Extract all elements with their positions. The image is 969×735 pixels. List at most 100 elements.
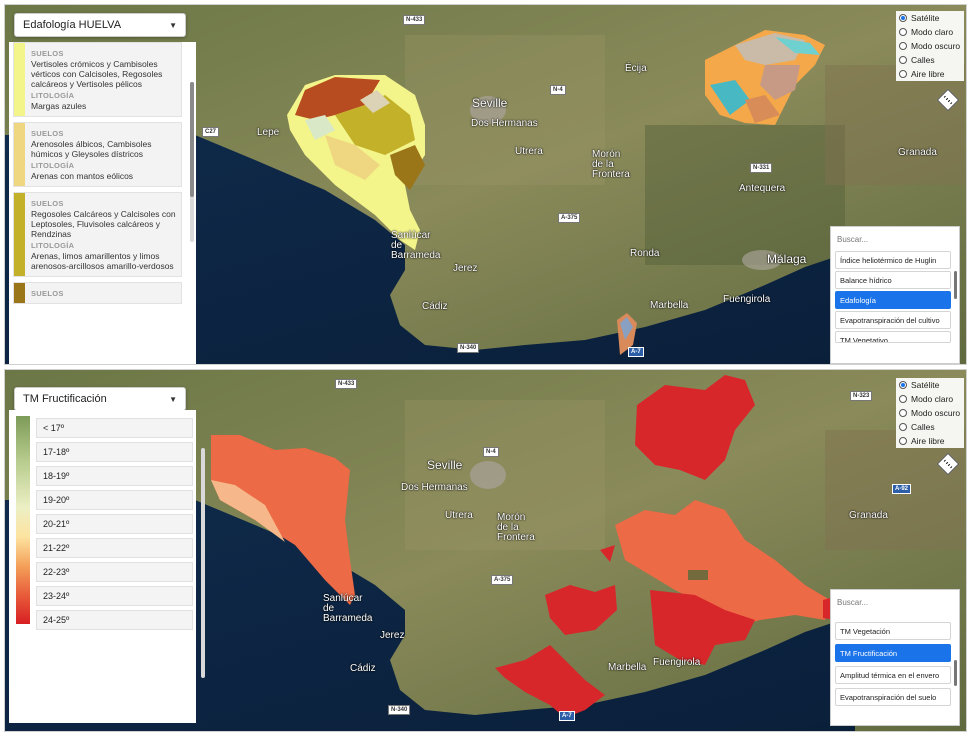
layer-search-input[interactable] [834, 230, 958, 248]
map-panel-tm-fructificacion[interactable]: Seville Dos Hermanas Utrera Morón de la … [4, 369, 967, 732]
road-a375: A-375 [558, 213, 581, 223]
layer-item-tm-vegetativo[interactable]: TM Vegetativo [835, 331, 951, 343]
legend-item: 18-19º [36, 466, 193, 486]
basemap-option-calles[interactable]: Calles [896, 53, 964, 67]
radio-icon[interactable] [899, 56, 907, 64]
layer-search-panel: TM Vegetación TM Fructificación Amplitud… [830, 589, 960, 726]
layer-item-tm-vegetacion[interactable]: TM Vegetación [835, 622, 951, 640]
layer-list-scrollbar[interactable] [954, 660, 957, 686]
radio-icon[interactable] [899, 395, 907, 403]
legend-lith-header: LITOLOGÍA [31, 241, 75, 250]
legend-swatch [14, 43, 25, 116]
legend-soil-value: Vertisoles crómicos y Cambisoles vértico… [31, 59, 163, 89]
map-label-cadiz: Cádiz [350, 663, 376, 674]
basemap-selector: Satélite Modo claro Modo oscuro Calles A… [896, 11, 964, 81]
legend-item: SUELOS [13, 282, 182, 304]
basemap-option-satelite[interactable]: Satélite [896, 11, 964, 25]
legend-item: SUELOS Arenosoles álbicos, Cambisoles hú… [13, 122, 182, 187]
map-label-antequera: Antequera [739, 183, 786, 194]
radio-icon[interactable] [899, 409, 907, 417]
layer-item-evapotranspiracion-cultivo[interactable]: Evapotranspiración del cultivo [835, 311, 951, 329]
legend-item: 19-20º [36, 490, 193, 510]
layer-list-scrollbar[interactable] [954, 271, 957, 299]
legend-soil-header: SUELOS [31, 49, 64, 58]
layer-item-huglin[interactable]: Índice heliotérmico de Huglin [835, 251, 951, 269]
radio-icon[interactable] [899, 381, 907, 389]
road-n433: N-433 [335, 379, 358, 389]
basemap-option-modo-claro[interactable]: Modo claro [896, 25, 964, 39]
map-label-utrera: Utrera [515, 146, 543, 157]
radio-icon[interactable] [899, 437, 907, 445]
basemap-option-satelite[interactable]: Satélite [896, 378, 964, 392]
road-n340: N-340 [388, 705, 411, 715]
legend-soil-header: SUELOS [31, 129, 64, 138]
radio-icon[interactable] [899, 28, 907, 36]
radio-icon[interactable] [899, 42, 907, 50]
layer-item-edafologia[interactable]: Edafología [835, 291, 951, 309]
road-n4: N-4 [483, 447, 499, 457]
legend-soil-header: SUELOS [31, 289, 64, 298]
legend-item: 24-25º [36, 610, 193, 630]
map-label-jerez: Jerez [453, 263, 478, 274]
road-n4: N-4 [550, 85, 566, 95]
legend-item: 21-22º [36, 538, 193, 558]
map-label-jerez: Jerez [380, 630, 405, 641]
map-label-seville: Seville [427, 458, 463, 472]
basemap-option-calles[interactable]: Calles [896, 420, 964, 434]
road-n323: N-323 [850, 391, 873, 401]
road-a375: A-375 [491, 575, 514, 585]
basemap-option-modo-oscuro[interactable]: Modo oscuro [896, 39, 964, 53]
layer-select-value: Edafología HUELVA [23, 19, 122, 31]
map-label-cadiz: Cádiz [422, 301, 448, 312]
map-label-fuengirola: Fuengirola [723, 294, 771, 305]
radio-icon[interactable] [899, 14, 907, 22]
layer-select-dropdown[interactable]: Edafología HUELVA ▼ [14, 13, 186, 37]
road-a92: A-92 [892, 484, 912, 494]
map-label-sanlucar: Sanlúcar de Barrameda [391, 230, 441, 261]
layer-search-panel: Índice heliotérmico de Huglin Balance hí… [830, 226, 960, 364]
basemap-option-aire-libre[interactable]: Aire libre [896, 434, 964, 448]
legend-scrollbar[interactable] [190, 82, 194, 242]
map-label-granada: Granada [849, 510, 888, 521]
map-label-granada: Granada [898, 147, 937, 158]
temperature-color-ramp [16, 416, 30, 624]
map-label-marbella: Marbella [608, 662, 647, 673]
legend-lith-value: Margas azules [31, 101, 87, 111]
legend-item: SUELOS Vertisoles crómicos y Cambisoles … [13, 42, 182, 117]
basemap-option-aire-libre[interactable]: Aire libre [896, 67, 964, 81]
legend-lith-value: Arenas con mantos eólicos [31, 171, 134, 181]
map-label-dos-hermanas: Dos Hermanas [471, 118, 538, 129]
map-label-seville: Seville [472, 96, 508, 110]
legend-swatch [14, 283, 25, 303]
layer-item-tm-fructificacion[interactable]: TM Fructificación [835, 644, 951, 662]
radio-icon[interactable] [899, 423, 907, 431]
legend-swatch [14, 123, 25, 186]
layer-item-evapotranspiracion-suelo[interactable]: Evapotranspiración del suelo [835, 688, 951, 706]
map-label-sanlucar: Sanlúcar de Barrameda [323, 593, 373, 624]
basemap-selector: Satélite Modo claro Modo oscuro Calles A… [896, 378, 964, 448]
legend-lith-header: LITOLOGÍA [31, 91, 75, 100]
layer-item-amplitud-termica[interactable]: Amplitud térmica en el envero [835, 666, 951, 684]
legend-swatch [14, 193, 25, 276]
map-label-marbella: Marbella [650, 300, 689, 311]
chevron-down-icon: ▼ [169, 20, 177, 30]
legend-scrollbar-thumb[interactable] [190, 82, 194, 197]
layer-item-balance-hidrico[interactable]: Balance hídrico [835, 271, 951, 289]
basemap-option-modo-claro[interactable]: Modo claro [896, 392, 964, 406]
soil-legend: SUELOS Vertisoles crómicos y Cambisoles … [9, 42, 196, 364]
legend-item: < 17º [36, 418, 193, 438]
legend-scrollbar[interactable] [201, 448, 205, 678]
legend-item: 20-21º [36, 514, 193, 534]
road-a7: A-7 [559, 711, 575, 721]
layer-search-input[interactable] [834, 593, 958, 611]
map-label-utrera: Utrera [445, 510, 473, 521]
legend-soil-header: SUELOS [31, 199, 64, 208]
road-c27: C27 [202, 127, 220, 137]
map-label-malaga: Málaga [767, 252, 807, 266]
basemap-option-modo-oscuro[interactable]: Modo oscuro [896, 406, 964, 420]
radio-icon[interactable] [899, 70, 907, 78]
map-label-moron: Morón de la Frontera [497, 512, 535, 543]
map-label-lepe: Lepe [257, 127, 280, 138]
layer-select-dropdown[interactable]: TM Fructificación ▼ [14, 387, 186, 411]
map-panel-edafologia[interactable]: Seville Dos Hermanas Utrera Morón de la … [4, 4, 967, 365]
